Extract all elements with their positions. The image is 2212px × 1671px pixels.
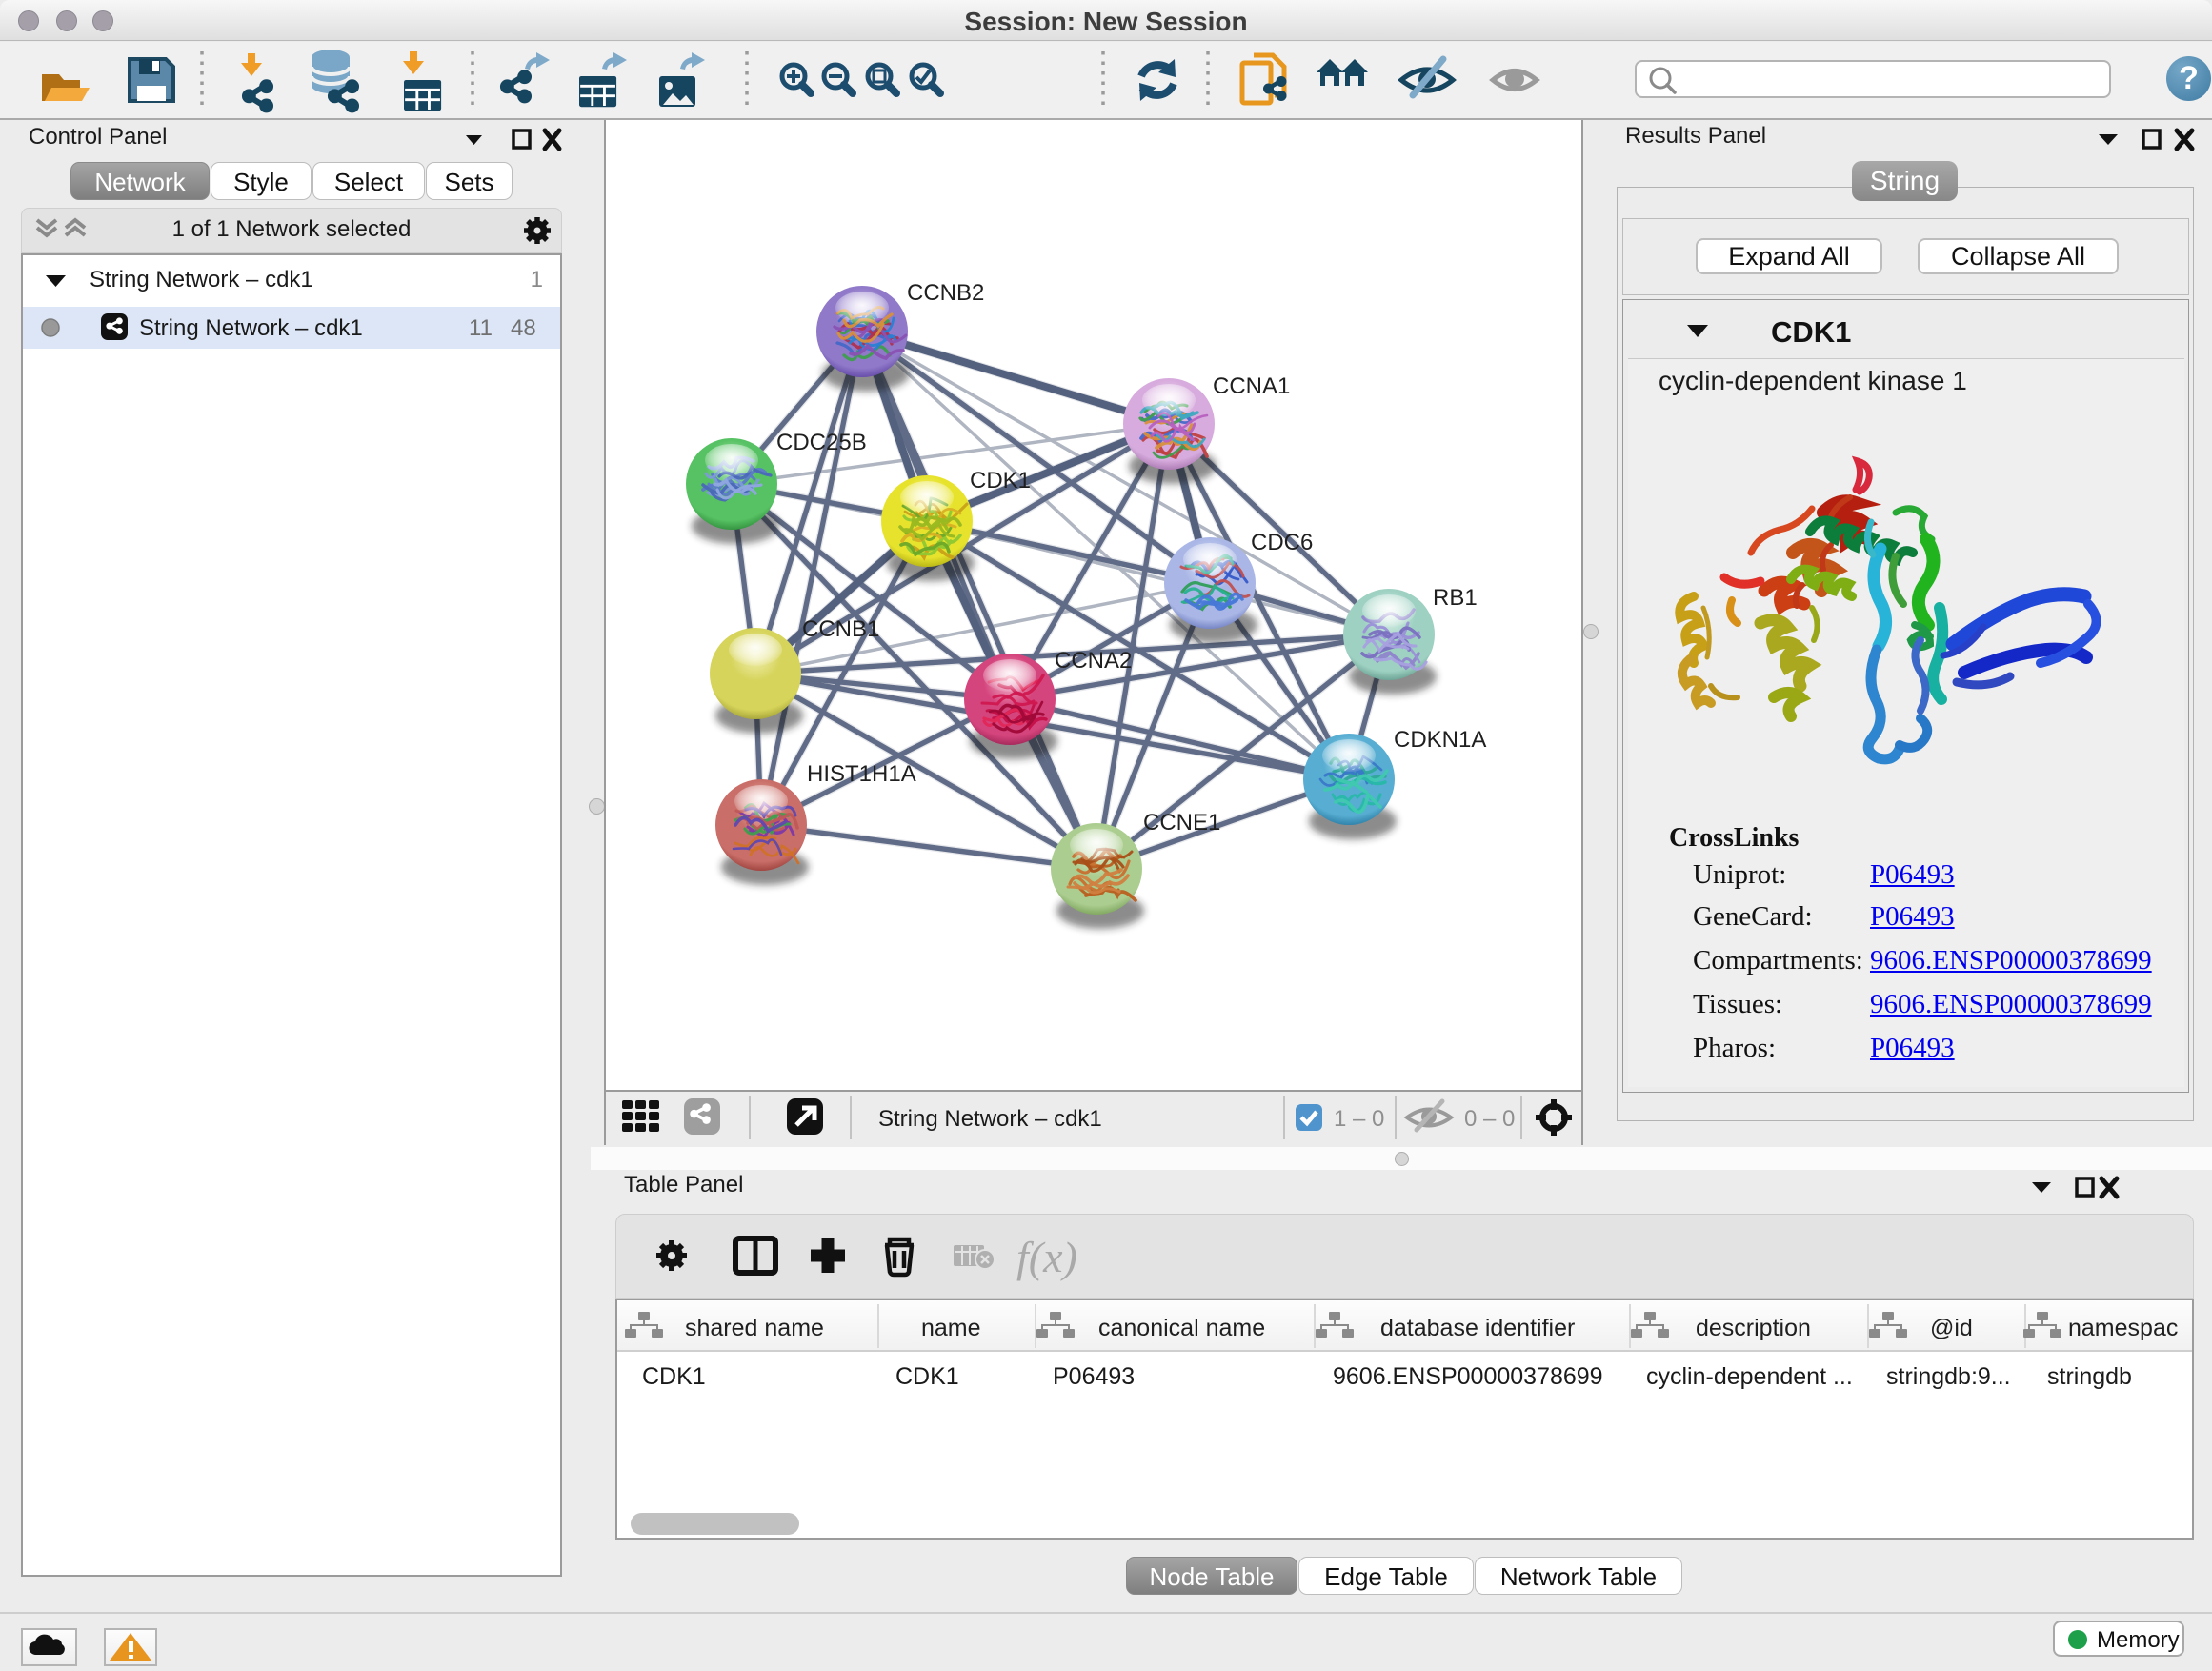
svg-text:CDC25B: CDC25B [776,430,867,455]
svg-text:canonical name: canonical name [1098,1315,1265,1341]
svg-text:database identifier: database identifier [1380,1315,1575,1341]
svg-text:description: description [1696,1315,1811,1341]
svg-text:CCNB1: CCNB1 [802,616,879,642]
svg-text:CDC6: CDC6 [1251,530,1313,555]
svg-text:CDK1: CDK1 [895,1363,959,1390]
svg-text:RB1: RB1 [1433,585,1478,611]
svg-text:CCNA2: CCNA2 [1055,648,1132,674]
svg-text:1 – 0: 1 – 0 [1334,1106,1384,1132]
svg-text:shared name: shared name [685,1315,824,1341]
svg-text:stringdb: stringdb [2047,1363,2132,1390]
svg-text:P06493: P06493 [1053,1363,1135,1390]
svg-text:@id: @id [1930,1315,1973,1341]
svg-text:stringdb:9...: stringdb:9... [1886,1363,2011,1390]
svg-text:CDKN1A: CDKN1A [1394,727,1486,753]
svg-text:CCNE1: CCNE1 [1143,810,1220,836]
svg-text:CCNB2: CCNB2 [907,280,984,306]
svg-text:f(x): f(x) [1016,1233,1077,1281]
svg-text:name: name [921,1315,981,1341]
svg-text:CCNA1: CCNA1 [1213,373,1290,399]
svg-text:CDK1: CDK1 [970,468,1031,493]
svg-text:9606.ENSP00000378699: 9606.ENSP00000378699 [1333,1363,1603,1390]
svg-text:HIST1H1A: HIST1H1A [807,761,916,787]
svg-text:namespac: namespac [2068,1315,2178,1341]
svg-text:String Network – cdk1: String Network – cdk1 [878,1106,1102,1132]
svg-text:CDK1: CDK1 [642,1363,706,1390]
svg-text:cyclin-dependent ...: cyclin-dependent ... [1646,1363,1853,1390]
svg-text:0 – 0: 0 – 0 [1464,1106,1515,1132]
